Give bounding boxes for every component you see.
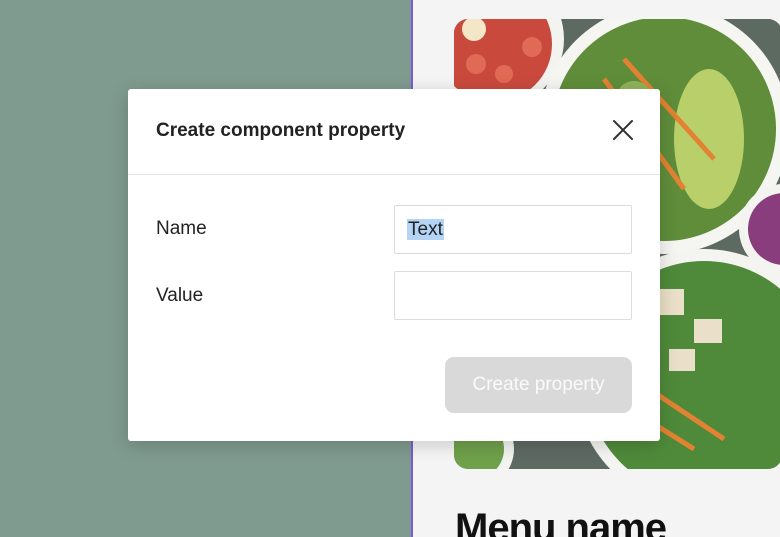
value-input[interactable] <box>394 271 632 320</box>
name-input[interactable]: Text <box>394 205 632 254</box>
dialog-header: Create component property <box>128 89 660 175</box>
create-property-button[interactable]: Create property <box>445 357 632 413</box>
create-property-dialog: Create component property Name Text Valu… <box>128 89 660 441</box>
value-label: Value <box>156 285 204 306</box>
close-button[interactable] <box>610 117 636 143</box>
name-input-value: Text <box>407 219 444 240</box>
app-stage: Menu name Create component property Name… <box>0 0 780 537</box>
close-icon <box>613 120 633 140</box>
name-label: Name <box>156 218 207 239</box>
dialog-title: Create component property <box>156 120 406 141</box>
